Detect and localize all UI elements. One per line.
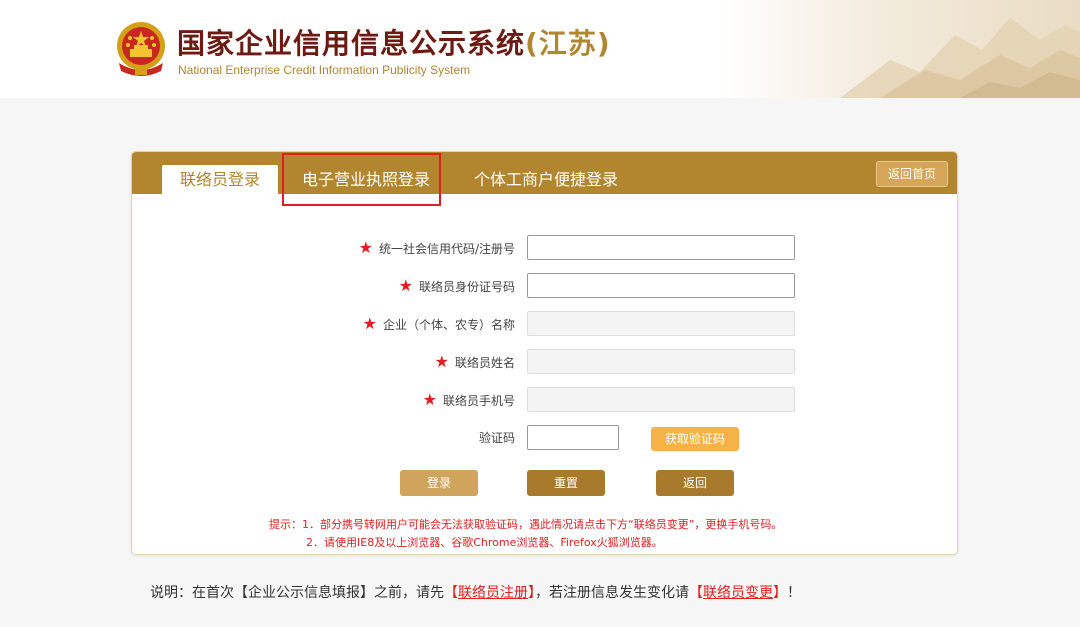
back-button[interactable]: 返回 — [656, 470, 734, 496]
tab-individual-business-login[interactable]: 个体工商户便捷登录 — [474, 165, 618, 194]
instruction-note: 说明：在首次【企业公示信息填报】之前，请先【联络员注册】，若注册信息发生变化请【… — [150, 585, 801, 601]
back-home-button[interactable]: 返回首页 — [876, 161, 948, 187]
get-verification-code-button[interactable]: 获取验证码 — [651, 427, 739, 451]
tip-line-1: 提示：1．部分携号转网用户可能会无法获取验证码，遇此情况请点击下方“联络员变更”… — [269, 518, 783, 531]
site-title: 国家企业信用信息公示系统(江苏) — [177, 22, 611, 62]
site-title-province: (江苏) — [525, 27, 611, 60]
phone-label: ★ 联络员手机号 — [422, 390, 515, 409]
contact-name-label: ★ 联络员姓名 — [434, 352, 515, 371]
phone-input — [527, 387, 795, 412]
note-suffix: ！ — [787, 585, 801, 601]
tip-line-2: 2．请使用IE8及以上浏览器、谷歌Chrome浏览器、Firefox火狐浏览器。 — [306, 536, 663, 549]
required-star: ★ — [398, 276, 413, 295]
national-emblem-icon — [117, 22, 165, 76]
login-tab-bar: 联络员登录 电子营业执照登录 个体工商户便捷登录 返回首页 — [132, 152, 957, 194]
captcha-label: 验证码 — [478, 431, 515, 445]
credit-code-label: ★ 统一社会信用代码/注册号 — [358, 238, 515, 257]
contact-register-link[interactable]: 联络员注册 — [458, 585, 528, 601]
form-row-id-number: ★ 联络员身份证号码 — [132, 272, 957, 300]
required-star: ★ — [434, 352, 449, 371]
tab-contact-login[interactable]: 联络员登录 — [162, 165, 279, 194]
form-row-contact-name: ★ 联络员姓名 — [132, 348, 957, 376]
company-name-input — [527, 311, 795, 336]
id-number-input[interactable] — [527, 273, 795, 298]
note-prefix: 说明：在首次【企业公示信息填报】之前，请先 — [150, 585, 444, 601]
captcha-input[interactable] — [527, 425, 619, 450]
credit-code-input[interactable] — [527, 235, 795, 260]
required-star: ★ — [362, 314, 377, 333]
form-row-phone: ★ 联络员手机号 — [132, 386, 957, 414]
form-row-company-name: ★ 企业（个体、农专）名称 — [132, 310, 957, 338]
mountain-landscape-image — [720, 0, 1080, 98]
tab-highlight-box — [282, 153, 441, 206]
site-title-main: 国家企业信用信息公示系统 — [177, 27, 526, 60]
site-header: 国家企业信用信息公示系统(江苏) National Enterprise Cre… — [0, 0, 1080, 98]
site-subtitle: National Enterprise Credit Information P… — [178, 63, 471, 77]
company-name-label: ★ 企业（个体、农专）名称 — [362, 314, 515, 333]
contact-name-input — [527, 349, 795, 374]
login-button[interactable]: 登录 — [400, 470, 478, 496]
reset-button[interactable]: 重置 — [527, 470, 605, 496]
form-row-credit-code: ★ 统一社会信用代码/注册号 — [132, 234, 957, 262]
required-star: ★ — [422, 390, 437, 409]
required-star: ★ — [358, 238, 373, 257]
form-row-captcha: 验证码 获取验证码 — [132, 424, 957, 452]
id-number-label: ★ 联络员身份证号码 — [398, 276, 515, 295]
note-middle: ，若注册信息发生变化请 — [535, 585, 689, 601]
login-panel: 联络员登录 电子营业执照登录 个体工商户便捷登录 返回首页 ★ 统一社会信用代码/… — [131, 151, 958, 555]
contact-change-link[interactable]: 联络员变更 — [703, 585, 773, 601]
